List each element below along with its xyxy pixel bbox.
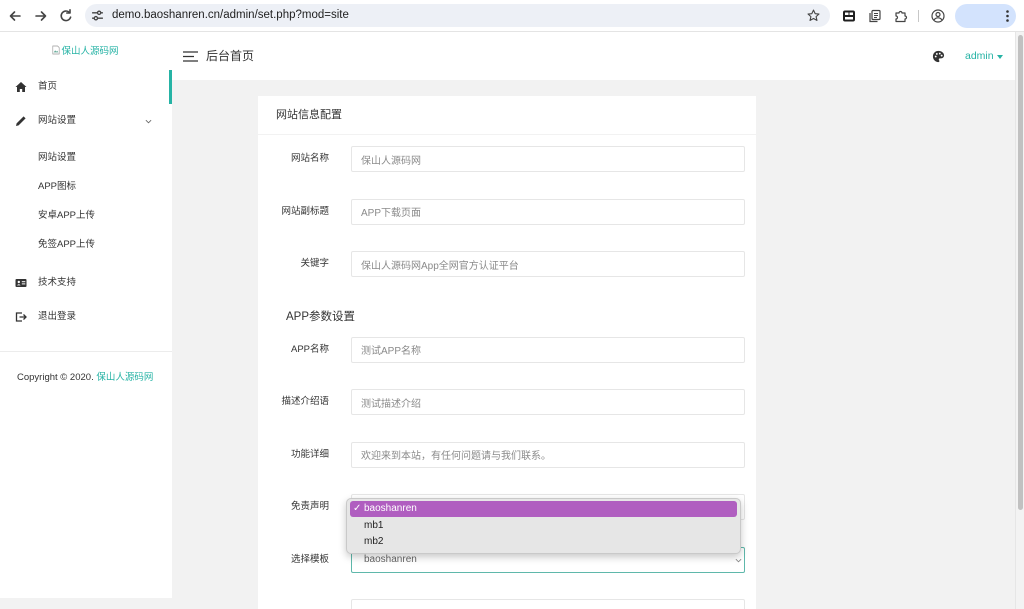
app-name-input[interactable] xyxy=(351,336,745,363)
sidebar-item-site-settings[interactable]: 网站设置 xyxy=(0,106,172,136)
url-text: demo.baoshanren.cn/admin/set.php?mod=sit… xyxy=(112,9,349,21)
site-subtitle-input[interactable] xyxy=(351,198,745,225)
template-dropdown-menu: ✓ baoshanren mb1 mb2 xyxy=(346,498,741,554)
sidebar-item-home[interactable]: 首页 xyxy=(0,72,172,102)
menu-toggle-icon[interactable] xyxy=(183,51,198,62)
id-card-icon xyxy=(15,277,27,289)
keywords-input[interactable] xyxy=(351,251,745,277)
caret-down-icon[interactable] xyxy=(997,55,1003,59)
sidebar-item-label: 首页 xyxy=(38,81,58,92)
sidebar-item-label: 退出登录 xyxy=(38,311,77,322)
field-label: 选择模板 xyxy=(290,553,329,565)
extensions-puzzle-icon[interactable] xyxy=(894,9,908,23)
logo[interactable]: 保山人源码网 xyxy=(0,43,171,57)
dropdown-option[interactable]: mb1 xyxy=(350,518,737,534)
chevron-down-icon xyxy=(735,558,742,563)
chevron-down-icon xyxy=(145,119,152,124)
dropdown-option-selected[interactable]: ✓ baoshanren xyxy=(350,501,737,517)
field-label: 网站副标题 xyxy=(281,205,329,217)
submenu-item-android-upload[interactable]: 安卓APP上传 xyxy=(0,201,172,231)
address-bar[interactable]: demo.baoshanren.cn/admin/set.php?mod=sit… xyxy=(85,4,830,27)
copyright: Copyright © 2020. 保山人源码网 xyxy=(17,370,157,386)
field-label: APP名称 xyxy=(290,343,329,355)
browser-toolbar: demo.baoshanren.cn/admin/set.php?mod=sit… xyxy=(0,0,1024,32)
pencil-icon xyxy=(15,115,27,127)
checkmark-icon: ✓ xyxy=(353,503,362,514)
sidebar-bottom-gap xyxy=(0,598,172,609)
field-label: 功能详细 xyxy=(290,448,329,460)
extension-copy-icon[interactable] xyxy=(868,9,882,23)
form-row-next xyxy=(258,599,756,609)
description-input[interactable] xyxy=(351,389,745,415)
site-name-input[interactable] xyxy=(351,146,745,172)
profile-icon[interactable] xyxy=(931,9,945,23)
field-label: 描述介绍语 xyxy=(281,396,329,407)
submenu-item-label: 安卓APP上传 xyxy=(38,210,96,221)
dropdown-option-label: baoshanren xyxy=(364,503,417,514)
submenu-item-unsigned-upload[interactable]: 免签APP上传 xyxy=(0,230,172,260)
scrollbar-thumb[interactable] xyxy=(1018,35,1023,510)
form-row-keywords: 关键字 xyxy=(258,251,756,277)
next-field-input[interactable] xyxy=(351,599,745,609)
back-arrow-icon[interactable] xyxy=(7,8,23,24)
reload-icon[interactable] xyxy=(58,8,74,24)
sidebar: 保山人源码网 首页 网站设置 网站设置 APP图标 安卓APP上传 免签APP上… xyxy=(0,32,172,598)
page-title: 后台首页 xyxy=(206,49,255,63)
logo-alt-text: 保山人源码网 xyxy=(61,46,119,57)
extension-tabs-icon[interactable] xyxy=(842,9,856,23)
field-label: 网站名称 xyxy=(290,153,329,164)
kebab-menu-icon[interactable] xyxy=(1005,9,1010,23)
field-label: 免责声明 xyxy=(290,501,329,512)
dropdown-option-label: mb2 xyxy=(364,536,384,547)
form-row-features: 功能详细 xyxy=(258,441,756,468)
sidebar-item-support[interactable]: 技术支持 xyxy=(0,268,172,298)
site-settings-icon[interactable] xyxy=(91,9,104,22)
broken-image-icon xyxy=(52,45,61,55)
sign-out-icon xyxy=(15,311,27,323)
section-title: APP参数设置 xyxy=(286,310,356,323)
submenu-item-label: APP图标 xyxy=(38,181,77,192)
copyright-text: Copyright © 2020. xyxy=(17,372,97,383)
forward-arrow-icon[interactable] xyxy=(33,8,49,24)
card-title: 网站信息配置 xyxy=(258,96,756,135)
dropdown-option[interactable]: mb2 xyxy=(350,534,737,550)
dropdown-option-label: mb1 xyxy=(364,520,384,531)
sidebar-divider xyxy=(0,351,172,352)
field-label: 关键字 xyxy=(300,258,329,269)
features-input[interactable] xyxy=(351,441,745,468)
page-scrollbar[interactable] xyxy=(1015,32,1024,609)
palette-icon[interactable] xyxy=(932,50,945,63)
form-row-site-name: 网站名称 xyxy=(258,146,756,172)
form-row-app-name: APP名称 xyxy=(258,336,756,363)
sidebar-item-label: 网站设置 xyxy=(38,115,77,126)
sidebar-item-logout[interactable]: 退出登录 xyxy=(0,302,172,332)
form-row-description: 描述介绍语 xyxy=(258,389,756,415)
submenu-item-label: 网站设置 xyxy=(38,152,77,163)
top-header: 后台首页 admin xyxy=(172,32,1015,80)
bookmark-star-icon[interactable] xyxy=(807,9,820,22)
sidebar-item-label: 技术支持 xyxy=(38,277,77,288)
submenu-item-label: 免签APP上传 xyxy=(38,239,96,250)
toolbar-divider xyxy=(918,10,919,22)
form-row-site-subtitle: 网站副标题 xyxy=(258,198,756,225)
submenu-item-site-settings[interactable]: 网站设置 xyxy=(0,143,172,173)
user-menu[interactable]: admin xyxy=(965,32,994,80)
submenu-item-app-icon[interactable]: APP图标 xyxy=(0,172,172,202)
copyright-link[interactable]: 保山人源码网 xyxy=(96,372,153,383)
home-icon xyxy=(15,81,27,93)
